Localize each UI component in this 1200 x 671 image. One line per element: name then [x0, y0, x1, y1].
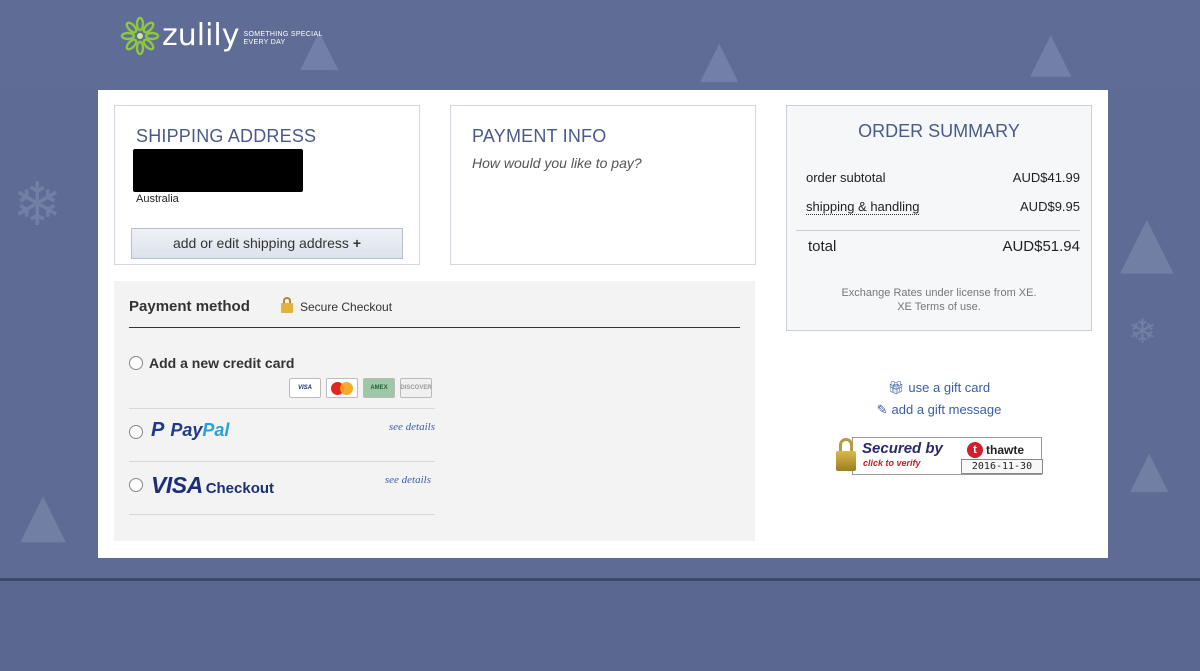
plus-icon: +	[352, 235, 362, 251]
thawte-logo-icon: t	[967, 442, 983, 458]
seal-box: Secured by t thawte click to verify 2016…	[852, 437, 1043, 475]
paypal-see-details-link[interactable]: see details	[389, 421, 435, 433]
payment-method-title: Payment method	[129, 298, 250, 315]
discover-card-icon: DISCOVER	[400, 378, 432, 398]
shipping-country: Australia	[136, 193, 179, 205]
tree-decoration: ▲	[1120, 200, 1174, 282]
credit-card-option[interactable]: Add a new credit card VISA AMEX DISCOVER	[129, 351, 435, 409]
total-value: AUD$51.94	[1002, 238, 1080, 255]
xe-terms-link[interactable]: XE Terms of use.	[787, 300, 1091, 314]
payment-info-box: PAYMENT INFO How would you like to pay?	[450, 105, 756, 265]
visa-checkout-logo: VISA Checkout	[151, 472, 274, 499]
logo-tagline: SOMETHING SPECIAL EVERY DAY	[244, 31, 323, 47]
shipping-address-title: SHIPPING ADDRESS	[136, 126, 317, 146]
tree-decoration: ▲	[20, 480, 67, 550]
secure-checkout-label: Secure Checkout	[300, 300, 393, 314]
use-gift-card-label: use a gift card	[908, 380, 991, 395]
edit-shipping-address-label: add or edit shipping address	[172, 235, 349, 251]
zulily-flower-logo-icon	[120, 16, 160, 56]
paypal-option[interactable]: P PayPal see details	[129, 409, 435, 462]
payment-method-section: Payment method Secure Checkout Add a new…	[114, 281, 755, 541]
logo-wordmark: zulily	[162, 18, 240, 53]
xe-license-text: Exchange Rates under license from XE.	[841, 287, 1037, 299]
credit-card-label: Add a new credit card	[149, 355, 295, 371]
add-gift-message-label: add a gift message	[891, 402, 1002, 417]
subtotal-row: order subtotal AUD$41.99	[806, 170, 1080, 185]
subtotal-value: AUD$41.99	[1012, 170, 1080, 185]
padlock-body	[836, 451, 856, 471]
order-summary-box: ORDER SUMMARY order subtotal AUD$41.99 s…	[786, 105, 1092, 331]
payment-info-title: PAYMENT INFO	[472, 126, 607, 146]
thawte-security-seal[interactable]: Secured by t thawte click to verify 2016…	[836, 435, 1044, 475]
paypal-p-icon: P	[151, 419, 165, 441]
click-to-verify-text: click to verify	[863, 458, 921, 468]
summary-divider	[796, 230, 1080, 231]
accepted-cards: VISA AMEX DISCOVER	[289, 378, 432, 398]
use-gift-card-link[interactable]: 🎁︎ use a gift card	[786, 380, 1092, 396]
paypal-logo: P PayPal	[151, 419, 229, 442]
tree-decoration: ▲	[1030, 20, 1072, 83]
subtotal-label: order subtotal	[806, 170, 886, 185]
paypal-logo-pay: Pay	[170, 420, 203, 440]
lock-icon	[281, 297, 293, 313]
add-gift-message-link[interactable]: ✎ add a gift message	[786, 402, 1092, 418]
shipping-address-box: SHIPPING ADDRESS Australia add or edit s…	[114, 105, 420, 265]
footer-background	[0, 578, 1200, 671]
gift-links: 🎁︎ use a gift card ✎ add a gift message	[786, 380, 1092, 424]
redacted-address	[133, 149, 303, 192]
shipping-handling-value: AUD$9.95	[1020, 199, 1080, 214]
seal-date: 2016-11-30	[961, 459, 1043, 474]
visa-checkout-option[interactable]: VISA Checkout see details	[129, 462, 435, 515]
paypal-radio[interactable]	[129, 425, 143, 439]
tree-decoration: ▲	[1130, 440, 1169, 498]
edit-shipping-address-button[interactable]: add or edit shipping address +	[131, 228, 403, 259]
thawte-brand-text: thawte	[986, 443, 1025, 457]
tagline-line-2: EVERY DAY	[243, 39, 286, 46]
exchange-rate-notice: Exchange Rates under license from XE. XE…	[787, 286, 1091, 314]
shipping-handling-label[interactable]: shipping & handling	[806, 199, 920, 215]
order-summary-title: ORDER SUMMARY	[858, 121, 1020, 141]
payment-question: How would you like to pay?	[472, 155, 642, 171]
total-label: total	[808, 238, 837, 255]
visa-checkout-radio[interactable]	[129, 478, 143, 492]
total-row: total AUD$51.94	[806, 238, 1080, 255]
edit-icon: ✎	[876, 402, 888, 417]
zulily-logo[interactable]: zulily SOMETHING SPECIAL EVERY DAY	[120, 16, 323, 56]
snowflake-decoration: ❄	[1128, 312, 1157, 352]
shipping-row: shipping & handling AUD$9.95	[806, 199, 1080, 215]
tree-decoration: ▲	[700, 30, 739, 88]
credit-card-radio[interactable]	[129, 356, 143, 370]
visa-checkout-logo-checkout: Checkout	[205, 480, 275, 497]
visa-card-icon: VISA	[289, 378, 321, 398]
snowflake-decoration: ❄	[12, 170, 63, 240]
payment-method-header: Payment method Secure Checkout	[129, 295, 740, 328]
checkout-panel: SHIPPING ADDRESS Australia add or edit s…	[98, 90, 1108, 558]
visa-checkout-see-details-link[interactable]: see details	[385, 474, 431, 486]
gift-icon: 🎁︎	[887, 380, 905, 395]
tagline-line-1: SOMETHING SPECIAL	[243, 31, 323, 38]
mastercard-icon	[326, 378, 358, 398]
visa-checkout-logo-visa: VISA	[151, 472, 203, 498]
secured-by-text: Secured by	[862, 440, 943, 457]
paypal-logo-pal: Pal	[202, 420, 230, 440]
amex-card-icon: AMEX	[363, 378, 395, 398]
